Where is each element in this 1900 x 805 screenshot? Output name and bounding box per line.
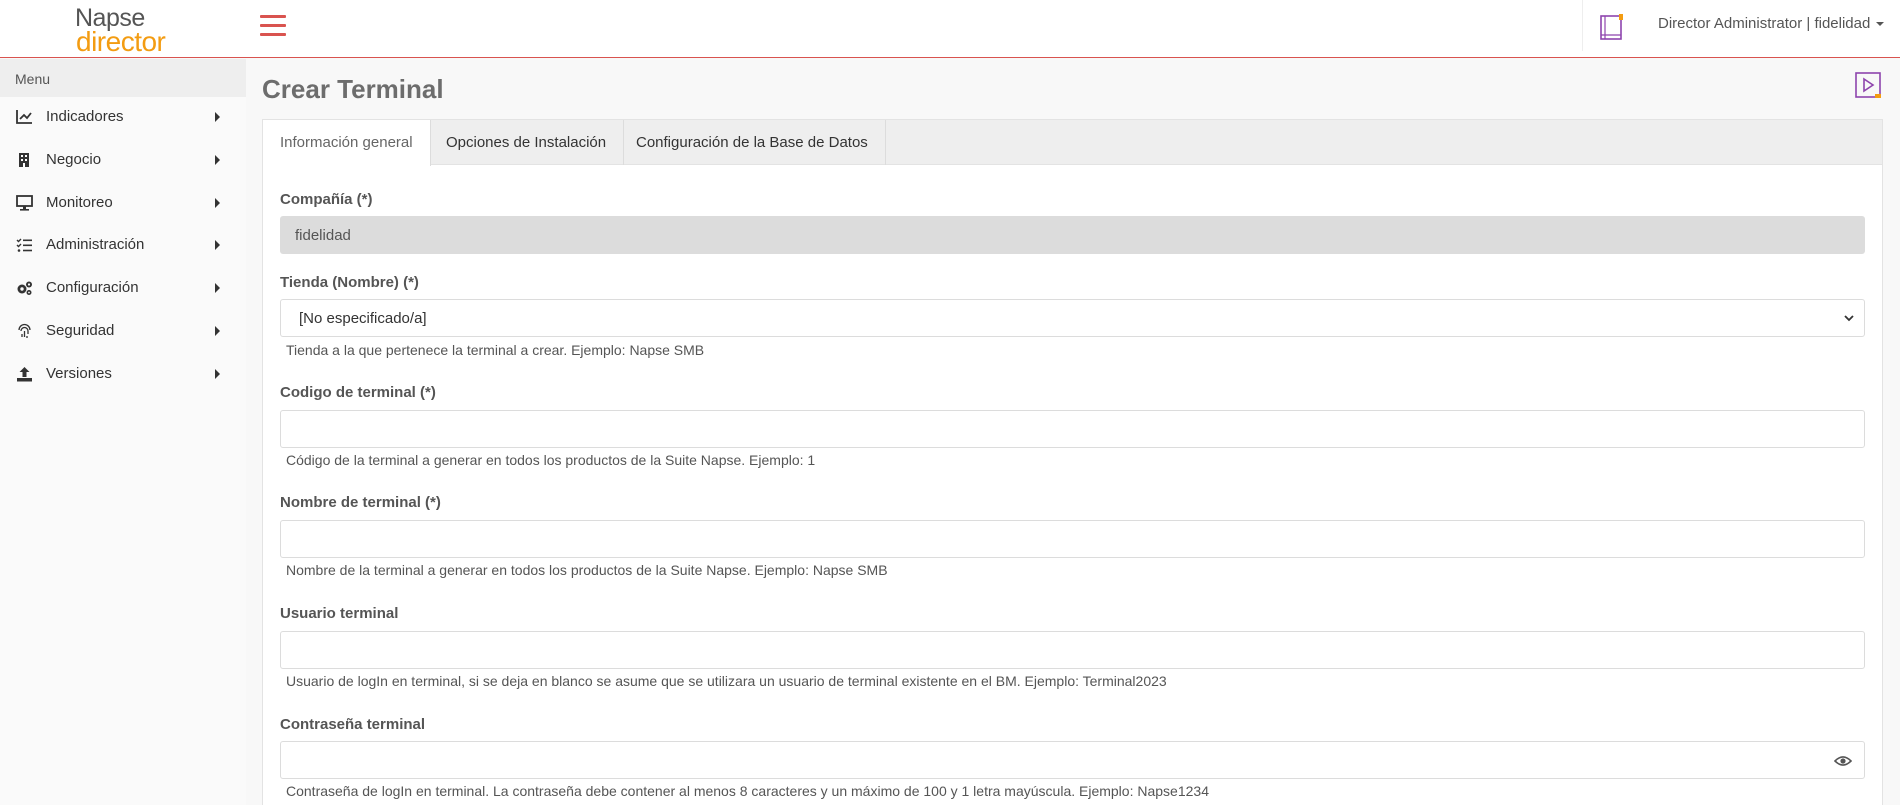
eye-icon[interactable] bbox=[1834, 754, 1852, 768]
chevron-down-icon bbox=[1844, 315, 1854, 322]
sidebar-item-label: Versiones bbox=[46, 365, 112, 382]
caret-right-icon bbox=[215, 198, 220, 208]
sidebar-item-indicadores[interactable]: Indicadores bbox=[0, 98, 246, 136]
terminal-code-field[interactable] bbox=[280, 410, 1865, 448]
terminal-password-label: Contraseña terminal bbox=[280, 716, 426, 733]
company-input bbox=[281, 217, 1864, 253]
store-help-text: Tienda a la que pertenece la terminal a … bbox=[286, 342, 705, 358]
terminal-user-help-text: Usuario de logIn en terminal, si se deja… bbox=[286, 673, 1167, 689]
store-select[interactable]: [No especificado/a] bbox=[280, 299, 1865, 337]
sidebar-item-monitoreo[interactable]: Monitoreo bbox=[0, 184, 246, 222]
page-title: Crear Terminal bbox=[262, 74, 444, 104]
terminal-name-input[interactable] bbox=[281, 521, 1864, 557]
caret-right-icon bbox=[215, 155, 220, 165]
terminal-password-help-text: Contraseña de logIn en terminal. La cont… bbox=[286, 783, 1209, 799]
terminal-name-field[interactable] bbox=[280, 520, 1865, 558]
sidebar-item-configuracion[interactable]: Configuración bbox=[0, 269, 246, 307]
sidebar-item-versiones[interactable]: Versiones bbox=[0, 355, 246, 393]
caret-down-icon bbox=[1876, 22, 1885, 27]
sidebar-item-label: Monitoreo bbox=[46, 194, 113, 211]
upload-icon bbox=[17, 367, 32, 382]
store-label: Tienda (Nombre) (*) bbox=[280, 274, 419, 291]
book-icon[interactable] bbox=[1598, 12, 1626, 42]
fingerprint-icon bbox=[18, 323, 31, 338]
user-menu-label: Director Administrator | fidelidad bbox=[1658, 15, 1871, 32]
form-card: Información general Opciones de Instalac… bbox=[262, 119, 1883, 805]
chart-line-icon bbox=[16, 110, 32, 124]
logo-line-2: director bbox=[76, 26, 166, 57]
top-header: Napse director Director Administrator | … bbox=[0, 0, 1900, 58]
sidebar-item-label: Configuración bbox=[46, 279, 139, 296]
tab-informacion-general[interactable]: Información general bbox=[263, 120, 431, 166]
sidebar-item-negocio[interactable]: Negocio bbox=[0, 141, 246, 179]
terminal-password-field[interactable] bbox=[280, 741, 1865, 779]
caret-right-icon bbox=[215, 240, 220, 250]
terminal-user-label: Usuario terminal bbox=[280, 605, 399, 622]
sidebar: Menu Indicadores Negocio Monitoreo Admin… bbox=[0, 59, 246, 805]
caret-right-icon bbox=[215, 283, 220, 293]
terminal-user-input[interactable] bbox=[281, 632, 1864, 668]
terminal-code-input[interactable] bbox=[281, 411, 1864, 447]
tab-opciones-instalacion[interactable]: Opciones de Instalación bbox=[429, 120, 625, 165]
company-label: Compañía (*) bbox=[280, 191, 373, 208]
terminal-name-label: Nombre de terminal (*) bbox=[280, 494, 441, 511]
caret-right-icon bbox=[215, 369, 220, 379]
tasks-icon bbox=[16, 238, 32, 252]
company-field bbox=[280, 216, 1865, 254]
tab-configuracion-base-datos[interactable]: Configuración de la Base de Datos bbox=[619, 120, 886, 165]
desktop-icon bbox=[16, 195, 33, 211]
hamburger-menu-icon[interactable] bbox=[260, 15, 286, 37]
terminal-name-help-text: Nombre de la terminal a generar en todos… bbox=[286, 562, 888, 578]
sidebar-item-label: Indicadores bbox=[46, 108, 124, 125]
sidebar-menu-title: Menu bbox=[0, 59, 246, 97]
building-icon bbox=[19, 153, 29, 167]
terminal-code-help-text: Código de la terminal a generar en todos… bbox=[286, 452, 816, 468]
cogs-icon bbox=[17, 281, 32, 295]
sidebar-item-label: Administración bbox=[46, 236, 145, 253]
terminal-user-field[interactable] bbox=[280, 631, 1865, 669]
store-selected-value: [No especificado/a] bbox=[299, 310, 427, 327]
sidebar-item-label: Seguridad bbox=[46, 322, 115, 339]
sidebar-item-administracion[interactable]: Administración bbox=[0, 226, 246, 264]
napse-director-logo[interactable]: Napse director bbox=[75, 4, 175, 57]
terminal-code-label: Codigo de terminal (*) bbox=[280, 384, 436, 401]
sidebar-item-label: Negocio bbox=[46, 151, 102, 168]
tab-bar: Información general Opciones de Instalac… bbox=[263, 120, 1882, 166]
sidebar-item-seguridad[interactable]: Seguridad bbox=[0, 312, 246, 350]
user-menu-dropdown[interactable]: Director Administrator | fidelidad bbox=[1658, 14, 1885, 34]
header-divider bbox=[1582, 0, 1583, 51]
video-play-icon[interactable] bbox=[1854, 70, 1882, 100]
caret-right-icon bbox=[215, 112, 220, 122]
caret-right-icon bbox=[215, 326, 220, 336]
terminal-password-input[interactable] bbox=[281, 742, 1864, 778]
